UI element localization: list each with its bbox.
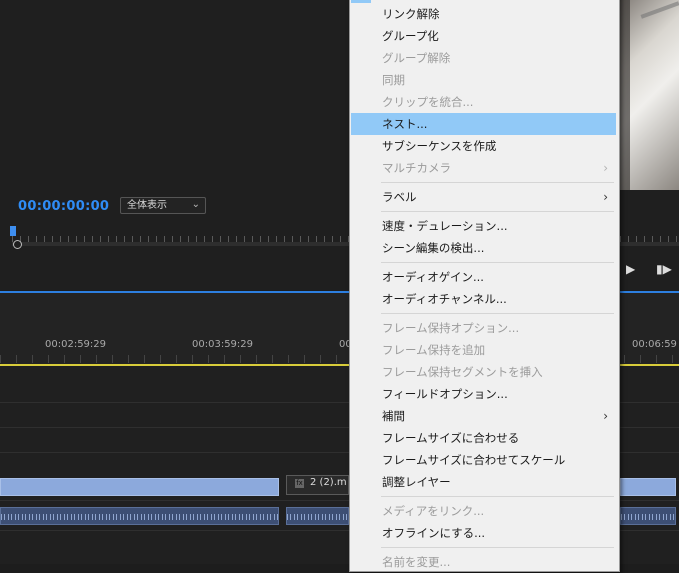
menu-item-make-subsequence[interactable]: サブシーケンスを作成 — [351, 135, 616, 157]
submenu-arrow-icon: › — [603, 190, 608, 204]
menu-item-make-offline[interactable]: オフラインにする... — [351, 522, 616, 544]
playhead-marker[interactable] — [10, 226, 16, 236]
submenu-arrow-icon: › — [603, 161, 608, 175]
menu-item-adjustment-layer[interactable]: 調整レイヤー — [351, 471, 616, 493]
menu-separator — [381, 211, 614, 212]
menu-item-label: フレーム保持オプション... — [382, 321, 520, 335]
ruler-label: 00:03:59:29 — [192, 339, 254, 350]
menu-item-label: フレーム保持を追加 — [382, 343, 486, 357]
zoom-level-value: 全体表示 — [127, 200, 167, 211]
menu-item-label: オーディオゲイン... — [382, 270, 484, 284]
menu-item-label: フレームサイズに合わせる — [382, 431, 520, 445]
menu-separator — [381, 547, 614, 548]
chevron-down-icon: ⌄ — [191, 199, 200, 210]
menu-item-label-color[interactable]: ラベル › — [351, 186, 616, 208]
menu-item-scene-edit-detection[interactable]: シーン編集の検出... — [351, 237, 616, 259]
menu-item-synchronize[interactable]: 同期 — [351, 69, 616, 91]
menu-item-label: マルチカメラ — [382, 161, 451, 175]
ruler-label: 00:06:59 — [632, 339, 677, 350]
audio-clip[interactable] — [0, 507, 279, 525]
fx-badge: fx — [295, 479, 304, 488]
menu-separator — [381, 182, 614, 183]
menu-item-insert-frame-hold-segment[interactable]: フレーム保持セグメントを挿入 — [351, 361, 616, 383]
menu-item-field-options[interactable]: フィールドオプション... — [351, 383, 616, 405]
menu-item-unlink[interactable]: リンク解除 — [351, 3, 616, 25]
menu-item-label: 調整レイヤー — [382, 475, 451, 489]
menu-item-label: メディアをリンク... — [382, 504, 485, 518]
audio-clip[interactable] — [620, 507, 676, 525]
playhead-timecode[interactable]: 00:00:00:00 — [18, 199, 109, 214]
video-clip[interactable] — [620, 478, 676, 496]
audio-clip[interactable] — [286, 507, 349, 525]
menu-item-nest[interactable]: ネスト... — [351, 113, 616, 135]
ruler-label: 00:02:59:29 — [45, 339, 107, 350]
submenu-arrow-icon: › — [603, 409, 608, 423]
menu-item-label: フレームサイズに合わせてスケール — [382, 453, 566, 467]
menu-item-label: 同期 — [382, 73, 405, 87]
menu-item-label: オーディオチャンネル... — [382, 292, 507, 306]
menu-item-label: クリップを統合... — [382, 95, 474, 109]
step-forward-icon[interactable]: ▮▶ — [656, 262, 672, 276]
menu-item-label: 速度・デュレーション... — [382, 219, 508, 233]
menu-item-link-media[interactable]: メディアをリンク... — [351, 500, 616, 522]
menu-item-add-frame-hold[interactable]: フレーム保持を追加 — [351, 339, 616, 361]
play-icon[interactable]: ▶ — [626, 262, 635, 276]
menu-item-label: ネスト... — [382, 117, 428, 131]
menu-item-ungroup[interactable]: グループ解除 — [351, 47, 616, 69]
menu-item-audio-channels[interactable]: オーディオチャンネル... — [351, 288, 616, 310]
menu-item-label: フィールドオプション... — [382, 387, 508, 401]
menu-item-speed-duration[interactable]: 速度・デュレーション... — [351, 215, 616, 237]
menu-item-time-interpolation[interactable]: 補間 › — [351, 405, 616, 427]
clip-name: 2 (2).m — [310, 477, 347, 488]
menu-item-set-to-frame-size[interactable]: フレームサイズに合わせる — [351, 427, 616, 449]
menu-item-label: グループ化 — [382, 29, 439, 43]
menu-item-label: グループ解除 — [382, 51, 451, 65]
menu-item-label: 補間 — [382, 409, 405, 423]
menu-item-rename[interactable]: 名前を変更... — [351, 551, 616, 573]
menu-item-frame-hold-options[interactable]: フレーム保持オプション... — [351, 317, 616, 339]
zoom-level-select[interactable]: 全体表示 ⌄ — [120, 197, 206, 214]
menu-item-label: サブシーケンスを作成 — [382, 139, 497, 153]
menu-separator — [381, 496, 614, 497]
menu-separator — [381, 262, 614, 263]
menu-item-label: フレーム保持セグメントを挿入 — [382, 365, 543, 379]
menu-item-label: シーン編集の検出... — [382, 241, 485, 255]
menu-item-label: 名前を変更... — [382, 555, 451, 569]
menu-item-label: リンク解除 — [382, 7, 440, 21]
menu-item-label: ラベル — [382, 190, 417, 204]
menu-item-scale-to-frame-size[interactable]: フレームサイズに合わせてスケール — [351, 449, 616, 471]
video-clip[interactable] — [0, 478, 279, 496]
playhead-handle[interactable] — [13, 240, 22, 249]
menu-separator — [381, 313, 614, 314]
menu-item-audio-gain[interactable]: オーディオゲイン... — [351, 266, 616, 288]
menu-item-group[interactable]: グループ化 — [351, 25, 616, 47]
menu-item-label: オフラインにする... — [382, 526, 486, 540]
menu-item-multi-camera[interactable]: マルチカメラ › — [351, 157, 616, 179]
menu-item-merge-clips[interactable]: クリップを統合... — [351, 91, 616, 113]
